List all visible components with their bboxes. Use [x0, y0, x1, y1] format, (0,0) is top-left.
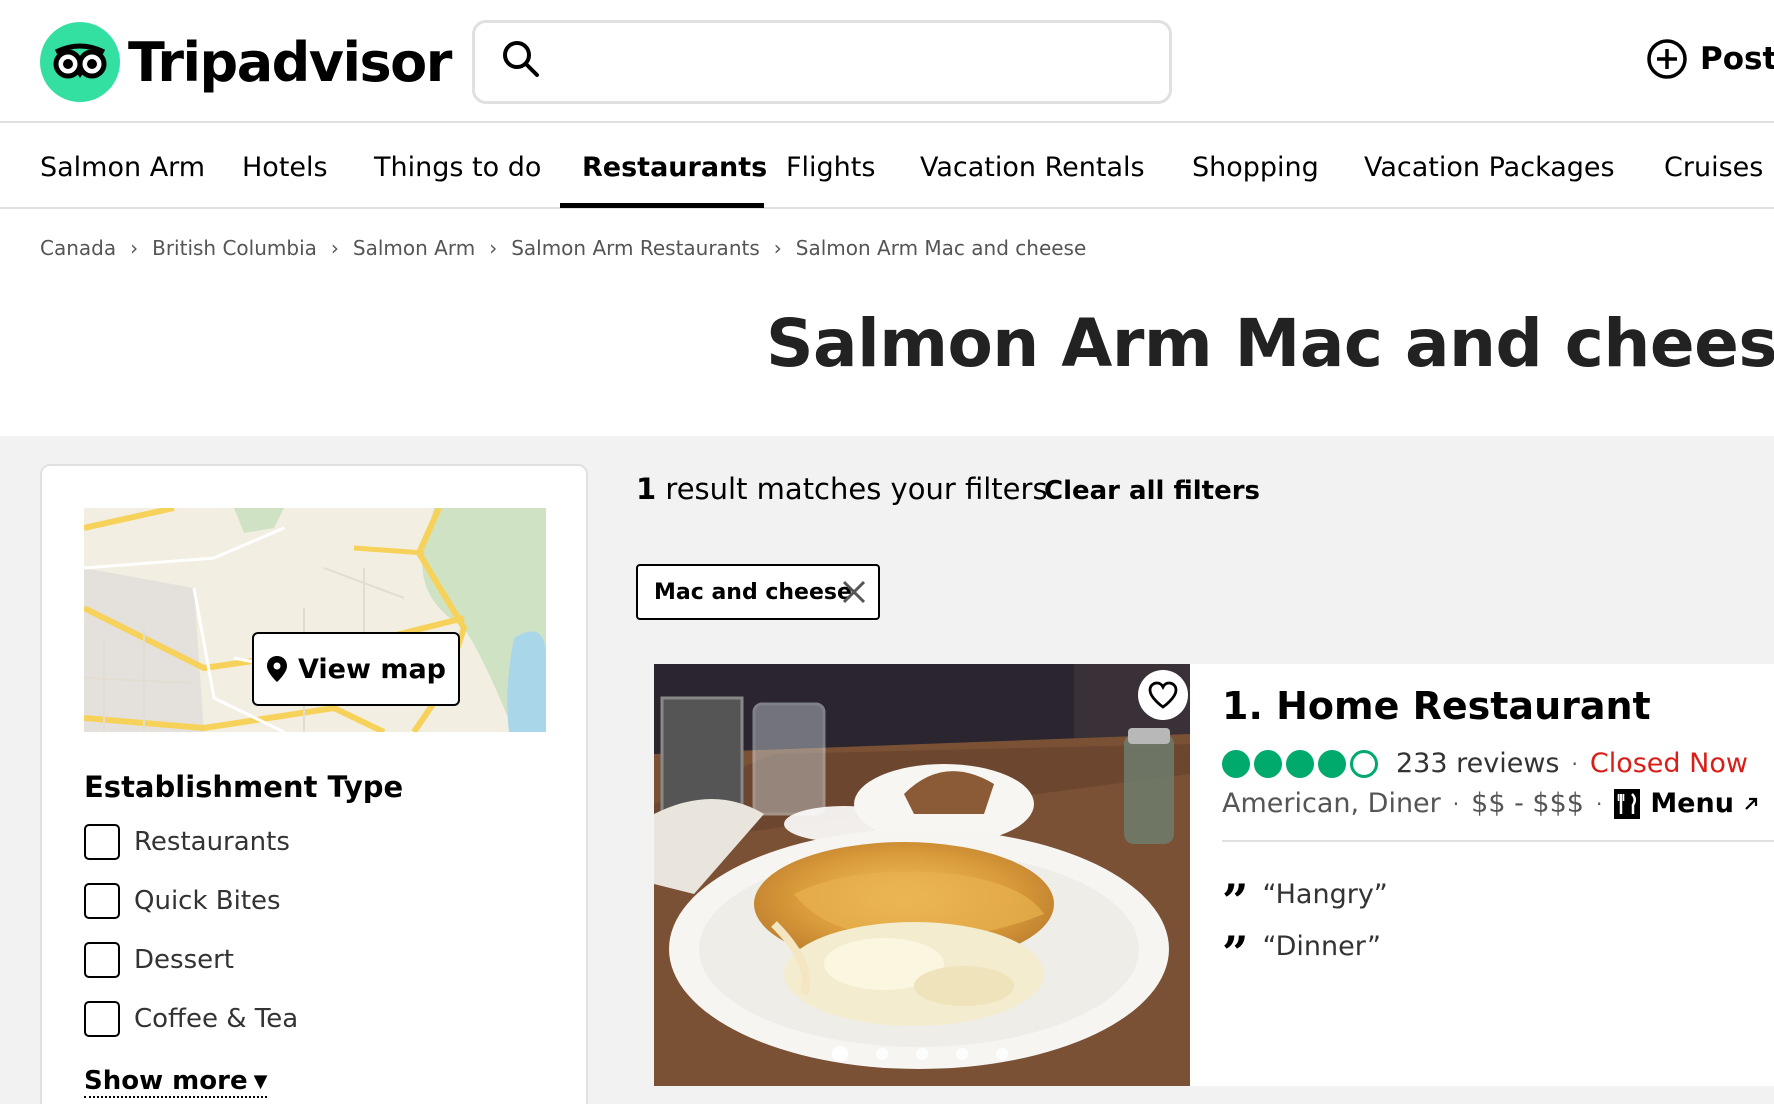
show-more-link[interactable]: Show more ▼ [84, 1066, 268, 1098]
carousel-dot[interactable] [832, 1046, 848, 1062]
divider [1222, 840, 1774, 842]
menu-link[interactable]: Menu [1614, 788, 1770, 819]
restaurant-card[interactable]: 1. Home Restaurant 233 reviews · Closed … [654, 664, 1774, 1086]
search-input[interactable] [557, 33, 1137, 89]
nav-item-vacation-rentals[interactable]: Vacation Rentals [920, 125, 1145, 209]
rating-bubble-full [1222, 749, 1250, 778]
nav-item-hotels[interactable]: Hotels [242, 125, 328, 209]
close-icon[interactable] [840, 578, 868, 612]
chevron-right-icon: › [773, 236, 782, 260]
view-map-label: View map [297, 653, 446, 685]
rating-bubble-empty [1350, 749, 1378, 778]
chevron-right-icon: › [330, 236, 339, 260]
nav-item-cruises[interactable]: Cruises [1664, 125, 1763, 209]
owl-icon [40, 22, 120, 102]
establishment-type-heading: Establishment Type [84, 770, 404, 804]
carousel-dot[interactable] [916, 1048, 928, 1060]
result-count: 1 result matches your filters [636, 472, 1048, 506]
separator-dot: · [1571, 751, 1578, 776]
plus-circle-icon [1647, 39, 1687, 79]
post-button[interactable]: Post [1646, 38, 1774, 80]
filter-panel: View map Establishment Type Restaurants … [40, 464, 588, 1104]
price-range: $$ - $$$ [1471, 788, 1584, 819]
clear-all-filters-button[interactable]: Clear all filters [1044, 476, 1260, 506]
save-heart-button[interactable] [1138, 670, 1188, 720]
nav-item-salmon-arm[interactable]: Salmon Arm [40, 125, 205, 209]
quote-icon: ” [1222, 926, 1249, 980]
filter-option-coffee-tea[interactable]: Coffee & Tea [84, 1001, 298, 1037]
chip-label: Mac and cheese [654, 579, 852, 605]
post-label: Post [1700, 41, 1774, 77]
separator-dot: · [1595, 791, 1603, 816]
result-count-number: 1 [636, 472, 657, 506]
result-count-text: result matches your filters [665, 472, 1048, 506]
checkbox[interactable] [84, 1001, 120, 1037]
review-snippet[interactable]: ” “Dinner” [1222, 916, 1381, 976]
breadcrumb-salmon-arm-restaurants[interactable]: Salmon Arm Restaurants [511, 236, 760, 260]
separator-dot: · [1452, 791, 1460, 816]
filter-option-label: Coffee & Tea [134, 1004, 299, 1034]
rating-bubble-full [1254, 749, 1282, 778]
breadcrumb: Canada › British Columbia › Salmon Arm ›… [40, 236, 1086, 260]
restaurant-info: 1. Home Restaurant 233 reviews · Closed … [1222, 664, 1774, 1086]
review-count[interactable]: 233 reviews [1396, 748, 1559, 779]
site-header: Tripadvisor Post [0, 0, 1774, 123]
checkbox[interactable] [84, 942, 120, 978]
breadcrumb-salmon-arm[interactable]: Salmon Arm [353, 236, 475, 260]
chevron-right-icon: › [130, 236, 139, 260]
nav-item-flights[interactable]: Flights [786, 125, 875, 209]
review-snippet[interactable]: ” “Hangry” [1222, 864, 1388, 924]
food-photo [654, 664, 1190, 1086]
nav-item-things-to-do[interactable]: Things to do [374, 125, 541, 209]
chevron-right-icon: › [489, 236, 498, 260]
page-title: Salmon Arm Mac and cheese [766, 305, 1774, 382]
carousel-dot[interactable] [956, 1048, 968, 1060]
caret-down-icon: ▼ [253, 1070, 268, 1092]
active-filter-chip[interactable]: Mac and cheese [636, 564, 880, 620]
map-preview[interactable]: View map [84, 508, 546, 732]
menu-icon [1614, 788, 1641, 819]
checkbox[interactable] [84, 824, 120, 860]
nav-item-restaurants[interactable]: Restaurants [582, 125, 767, 209]
rating-row: 233 reviews · Closed Now [1222, 748, 1748, 779]
breadcrumb-current: Salmon Arm Mac and cheese [795, 236, 1087, 260]
cuisine: American, Diner [1222, 788, 1441, 819]
active-tab-indicator [560, 203, 764, 208]
photo-carousel-dots [832, 1046, 1036, 1062]
map-pin-icon [266, 656, 287, 682]
menu-label: Menu [1650, 788, 1734, 819]
main-nav: Salmon Arm Hotels Things to do Restauran… [0, 125, 1774, 209]
filter-option-quick-bites[interactable]: Quick Bites [84, 883, 281, 919]
checkbox[interactable] [84, 883, 120, 919]
review-snippet-text: “Hangry” [1262, 878, 1388, 910]
brand-name: Tripadvisor [128, 30, 452, 94]
cuisine-price-row: American, Diner · $$ - $$$ · Menu [1222, 788, 1770, 819]
search-box[interactable] [472, 20, 1172, 104]
tripadvisor-logo[interactable]: Tripadvisor [40, 22, 452, 102]
heart-icon [1148, 681, 1178, 709]
filter-option-label: Quick Bites [134, 886, 281, 916]
filter-option-restaurants[interactable]: Restaurants [84, 824, 290, 860]
filter-option-dessert[interactable]: Dessert [84, 942, 234, 978]
carousel-dot[interactable] [996, 1048, 1008, 1060]
review-snippet-text: “Dinner” [1262, 930, 1381, 962]
external-link-icon [1745, 797, 1758, 810]
rating-bubble-full [1318, 749, 1346, 778]
restaurant-name[interactable]: 1. Home Restaurant [1222, 684, 1651, 728]
view-map-button[interactable]: View map [252, 632, 460, 706]
open-status: Closed Now [1589, 748, 1748, 779]
search-icon [501, 39, 541, 83]
filter-option-label: Restaurants [134, 827, 290, 857]
show-more-label: Show more [84, 1066, 248, 1096]
rating-bubble-full [1286, 749, 1314, 778]
restaurant-photo[interactable] [654, 664, 1190, 1086]
nav-item-vacation-packages[interactable]: Vacation Packages [1364, 125, 1615, 209]
filter-option-label: Dessert [134, 945, 234, 975]
breadcrumb-british-columbia[interactable]: British Columbia [152, 236, 317, 260]
nav-item-shopping[interactable]: Shopping [1192, 125, 1319, 209]
breadcrumb-canada[interactable]: Canada [40, 236, 116, 260]
carousel-dot[interactable] [876, 1048, 888, 1060]
